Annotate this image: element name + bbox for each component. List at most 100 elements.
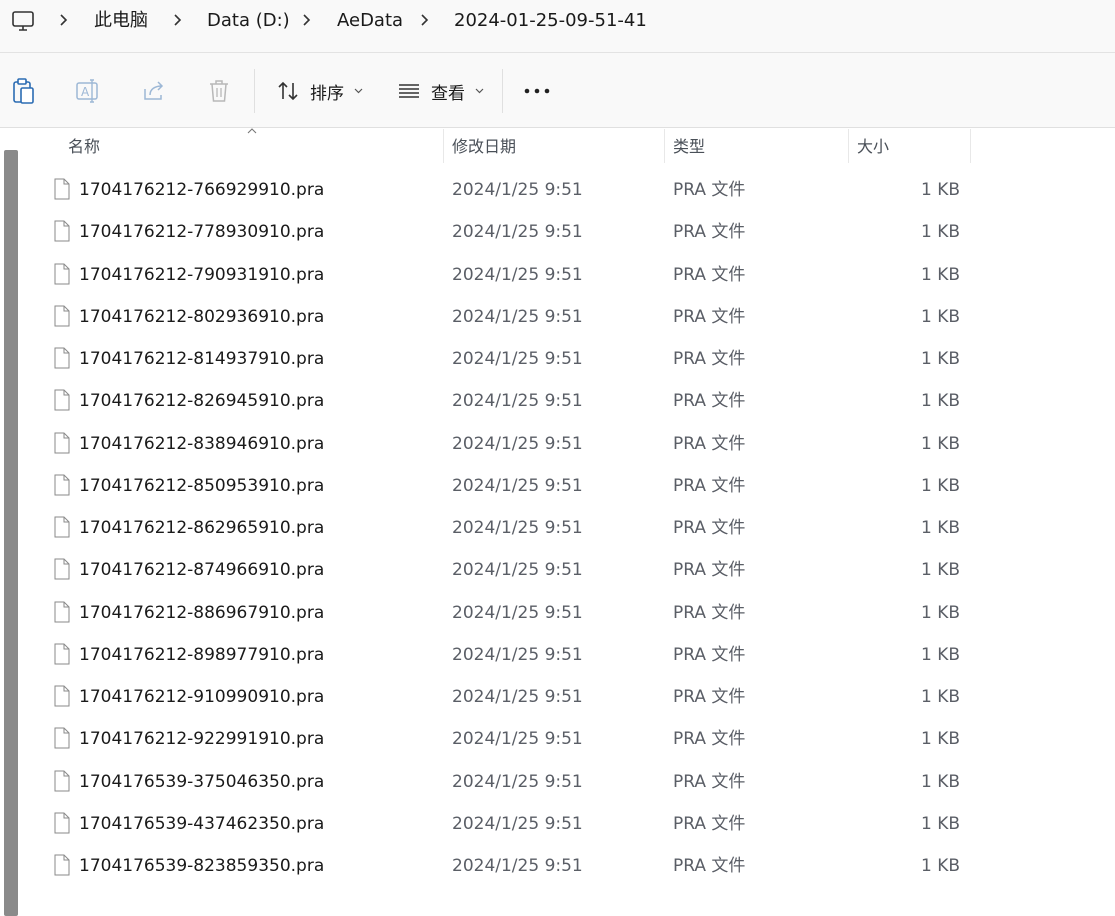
sort-button[interactable]: 排序 [276,75,363,107]
share-icon[interactable] [141,77,167,105]
file-name: 1704176212-838946910.pra [79,433,325,454]
file-type: PRA 文件 [673,813,746,834]
file-type: PRA 文件 [673,771,746,792]
file-type: PRA 文件 [673,433,746,454]
file-size: 1 KB [920,644,960,665]
toolbar-separator [254,69,255,113]
column-header-name[interactable]: 名称 [68,129,100,165]
file-size: 1 KB [920,687,960,707]
more-options-icon[interactable] [524,88,550,94]
view-button[interactable]: 查看 [397,75,484,107]
file-type: PRA 文件 [673,180,746,200]
file-icon [54,812,70,834]
file-row[interactable]: 1704176212-838946910.pra 2024/1/25 9:51 PR… [50,423,970,465]
file-modified-date: 2024/1/25 9:51 [452,349,583,369]
file-type: PRA 文件 [673,306,746,327]
breadcrumb-item-folder[interactable]: AeData [337,8,403,34]
file-name: 1704176539-375046350.pra [79,771,325,792]
file-size: 1 KB [920,391,960,412]
file-type: PRA 文件 [673,602,746,623]
file-icon [54,263,70,285]
chevron-right-icon[interactable] [172,12,184,28]
file-size: 1 KB [920,222,960,243]
file-modified-date: 2024/1/25 9:51 [452,433,583,454]
file-icon [54,601,70,623]
file-size: 1 KB [920,729,960,750]
file-row[interactable]: 1704176539-437462350.pra 2024/1/25 9:51 PR… [50,803,970,845]
file-modified-date: 2024/1/25 9:51 [452,687,583,707]
file-size: 1 KB [920,813,960,834]
file-row[interactable]: 1704176212-862965910.pra 2024/1/25 9:51 PR… [50,507,970,549]
file-modified-date: 2024/1/25 9:51 [452,222,583,243]
svg-text:A: A [81,85,90,99]
file-type: PRA 文件 [673,729,746,750]
file-icon [54,516,70,538]
rename-icon[interactable]: A [75,77,101,105]
file-modified-date: 2024/1/25 9:51 [452,475,583,496]
file-row[interactable]: 1704176212-850953910.pra 2024/1/25 9:51 PR… [50,465,970,507]
file-modified-date: 2024/1/25 9:51 [452,771,583,792]
paste-icon[interactable] [10,77,36,105]
view-list-icon [399,84,419,98]
this-pc-icon[interactable] [10,8,36,34]
file-row[interactable]: 1704176212-778930910.pra 2024/1/25 9:51 PR… [50,211,970,253]
file-icon [54,389,70,411]
chevron-right-icon[interactable] [58,12,70,28]
delete-icon[interactable] [206,77,232,105]
file-row[interactable]: 1704176212-766929910.pra 2024/1/25 9:51 PR… [50,169,970,211]
file-type: PRA 文件 [673,391,746,412]
navigation-pane-scrollbar[interactable] [4,150,18,916]
file-row[interactable]: 1704176212-874966910.pra 2024/1/25 9:51 PR… [50,549,970,591]
column-header-modified[interactable]: 修改日期 [452,129,516,165]
file-icon [54,178,70,200]
file-modified-date: 2024/1/25 9:51 [452,602,583,623]
file-size: 1 KB [920,518,960,538]
file-row[interactable]: 1704176539-823859350.pra 2024/1/25 9:51 PR… [50,845,970,887]
file-size: 1 KB [920,771,960,792]
file-icon [54,727,70,749]
column-header-type[interactable]: 类型 [673,129,705,165]
breadcrumb-item-drive[interactable]: Data (D:) [207,8,290,34]
file-name: 1704176212-802936910.pra [79,306,325,327]
chevron-right-icon[interactable] [419,12,431,28]
file-row[interactable]: 1704176212-910990910.pra 2024/1/25 9:51 PR… [50,676,970,718]
column-divider[interactable] [443,129,444,163]
file-name: 1704176212-826945910.pra [79,391,325,412]
file-type: PRA 文件 [673,264,746,285]
file-type: PRA 文件 [673,687,746,707]
file-row[interactable]: 1704176212-898977910.pra 2024/1/25 9:51 PR… [50,634,970,676]
file-modified-date: 2024/1/25 9:51 [452,644,583,665]
column-divider[interactable] [970,129,971,163]
file-row[interactable]: 1704176212-886967910.pra 2024/1/25 9:51 PR… [50,592,970,634]
file-row[interactable]: 1704176212-802936910.pra 2024/1/25 9:51 PR… [50,296,970,338]
file-size: 1 KB [920,349,960,369]
toolbar-separator [502,69,503,113]
file-name: 1704176212-850953910.pra [79,475,325,496]
file-row[interactable]: 1704176212-826945910.pra 2024/1/25 9:51 PR… [50,380,970,422]
command-bar: A 排序 查看 [0,53,1115,128]
sort-ascending-icon [247,128,257,134]
file-row[interactable]: 1704176539-375046350.pra 2024/1/25 9:51 PR… [50,761,970,803]
column-header-size[interactable]: 大小 [857,129,889,165]
column-divider[interactable] [848,129,849,163]
file-type: PRA 文件 [673,349,746,369]
address-bar[interactable]: 此电脑 Data (D:) AeData 2024-01-25-09-51-41 [0,0,1115,53]
file-row[interactable]: 1704176212-922991910.pra 2024/1/25 9:51 PR… [50,718,970,760]
column-divider[interactable] [664,129,665,163]
file-name: 1704176212-766929910.pra [79,180,325,200]
file-modified-date: 2024/1/25 9:51 [452,180,583,200]
file-name: 1704176212-922991910.pra [79,729,325,750]
file-row[interactable]: 1704176212-814937910.pra 2024/1/25 9:51 PR… [50,338,970,380]
file-row[interactable]: 1704176212-790931910.pra 2024/1/25 9:51 PR… [50,254,970,296]
file-icon [54,685,70,707]
file-icon [54,347,70,369]
file-name: 1704176212-910990910.pra [79,687,325,707]
file-type: PRA 文件 [673,222,746,243]
file-type: PRA 文件 [673,644,746,665]
sort-label: 排序 [310,83,344,104]
view-label: 查看 [431,83,465,104]
breadcrumb-item-current-folder[interactable]: 2024-01-25-09-51-41 [454,8,647,34]
chevron-right-icon[interactable] [301,12,313,28]
breadcrumb-item-this-pc[interactable]: 此电脑 [94,8,148,34]
file-icon [54,474,70,496]
